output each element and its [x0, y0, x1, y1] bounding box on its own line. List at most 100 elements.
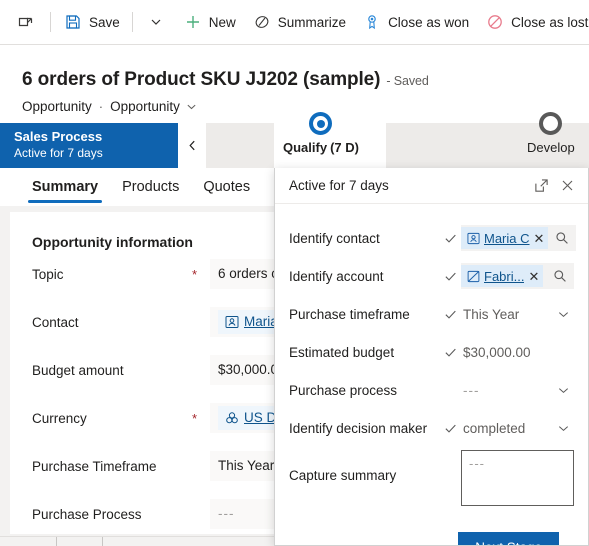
- saved-status: - Saved: [386, 74, 429, 88]
- step-value-purchase-process: ---: [463, 382, 480, 398]
- chevron-down-icon[interactable]: [552, 417, 574, 439]
- close-as-lost-button[interactable]: Close as lost: [477, 4, 589, 40]
- step-value-identify-decision-maker: completed: [463, 420, 526, 436]
- step-field-identify-account[interactable]: Fabri... ✕: [461, 263, 574, 289]
- breadcrumb: Opportunity · Opportunity: [22, 99, 197, 114]
- tab-quotes[interactable]: Quotes: [191, 168, 262, 206]
- search-icon[interactable]: [550, 227, 574, 249]
- ribbon-icon: [362, 12, 382, 32]
- prohibited-icon: [485, 12, 505, 32]
- close-as-lost-label: Close as lost: [511, 14, 589, 30]
- account-icon: [466, 269, 480, 283]
- bpf-stage-qualify-label: Qualify (7 D): [283, 140, 359, 155]
- record-title-text: 6 orders of Product SKU JJ202 (sample): [22, 69, 381, 90]
- save-label: Save: [89, 14, 120, 30]
- summarize-label: Summarize: [277, 14, 347, 30]
- step-row-identify-account: Identify account Fabri... ✕: [289, 260, 574, 292]
- step-check-icon-identify-account: [439, 270, 461, 283]
- bpf-stage-flyout: Active for 7 days Identify contact Maria…: [274, 168, 589, 546]
- step-field-identify-contact[interactable]: Maria C ✕: [461, 225, 577, 251]
- summarize-button[interactable]: Summarize: [244, 4, 354, 40]
- chevron-down-icon: [146, 12, 166, 32]
- popout-icon[interactable]: [528, 173, 554, 199]
- step-value-purchase-timeframe: This Year: [463, 306, 520, 322]
- bpf-process-name: Sales Process: [14, 129, 103, 144]
- step-label-capture-summary: Capture summary: [289, 468, 397, 483]
- open-record-set-button[interactable]: [6, 4, 46, 40]
- record-header: 6 orders of Product SKU JJ202 (sample) - …: [0, 45, 589, 123]
- step-field-purchase-timeframe[interactable]: This Year: [461, 301, 574, 327]
- breadcrumb-form[interactable]: Opportunity: [110, 99, 180, 114]
- required-indicator-budget-amount: [192, 369, 210, 371]
- clear-icon[interactable]: ✕: [528, 270, 539, 283]
- lookup-pill-identify-contact[interactable]: Maria C ✕: [461, 227, 549, 249]
- new-button[interactable]: New: [175, 4, 244, 40]
- stage-current-circle-icon: [309, 112, 333, 135]
- bpf-stage-develop[interactable]: Develop: [527, 112, 575, 168]
- dynamics-opportunity-record-page: Save New Summarize Close as won Close as…: [0, 0, 589, 546]
- lookup-text-identify-contact[interactable]: Maria C: [484, 231, 530, 246]
- stage-future-circle-icon: [539, 112, 563, 135]
- step-row-capture-summary: Capture summary ---: [289, 450, 574, 512]
- step-field-identify-decision-maker[interactable]: completed: [461, 415, 574, 441]
- command-bar: Save New Summarize Close as won Close as…: [0, 0, 589, 45]
- form-selector-chevron-down-icon[interactable]: [186, 101, 197, 112]
- field-label-currency: Currency: [32, 410, 87, 426]
- bpf-collapse-button[interactable]: [178, 123, 206, 168]
- step-field-capture-summary[interactable]: ---: [461, 450, 574, 506]
- tab-quotes-label: Quotes: [203, 178, 251, 195]
- currency-icon: [224, 410, 239, 425]
- next-stage-button[interactable]: Next Stage: [458, 532, 559, 545]
- bpf-active-stage-summary[interactable]: Sales Process Active for 7 days: [0, 123, 178, 168]
- lookup-text-identify-account[interactable]: Fabri...: [484, 269, 524, 284]
- footer-divider-2: [102, 537, 103, 546]
- required-indicator-purchase-process: [192, 513, 210, 515]
- flyout-status-text: Active for 7 days: [289, 178, 389, 193]
- step-check-icon-estimated-budget: [439, 346, 461, 359]
- clear-icon[interactable]: ✕: [534, 232, 545, 245]
- save-options-button[interactable]: [137, 4, 175, 40]
- bpf-stage-develop-label: Develop: [527, 140, 575, 155]
- flyout-actions: Next Stage: [289, 518, 574, 545]
- step-check-icon-purchase-timeframe: [439, 308, 461, 321]
- close-icon[interactable]: [554, 173, 580, 199]
- tab-products[interactable]: Products: [110, 168, 191, 206]
- step-row-estimated-budget: Estimated budget $30,000.00: [289, 336, 574, 368]
- field-label-topic: Topic: [32, 266, 64, 282]
- step-row-purchase-timeframe: Purchase timeframe This Year: [289, 298, 574, 330]
- contact-icon: [466, 231, 480, 245]
- step-row-identify-contact: Identify contact Maria C ✕: [289, 222, 577, 254]
- step-value-estimated-budget: $30,000.00: [463, 344, 531, 360]
- tab-summary[interactable]: Summary: [20, 168, 110, 206]
- summarize-icon: [252, 12, 272, 32]
- new-label: New: [208, 14, 236, 30]
- lookup-pill-identify-account[interactable]: Fabri... ✕: [461, 265, 544, 287]
- step-field-estimated-budget[interactable]: $30,000.00: [461, 339, 574, 365]
- chevron-down-icon[interactable]: [552, 379, 574, 401]
- step-label-purchase-timeframe: Purchase timeframe: [289, 306, 410, 322]
- close-as-won-button[interactable]: Close as won: [354, 4, 477, 40]
- save-button[interactable]: Save: [55, 4, 128, 40]
- chevron-down-icon[interactable]: [552, 303, 574, 325]
- breadcrumb-separator: ·: [98, 99, 104, 114]
- command-separator-2: [131, 12, 133, 32]
- chevron-left-icon: [186, 139, 199, 152]
- required-indicator-currency: *: [192, 411, 198, 426]
- step-row-identify-decision-maker: Identify decision maker completed: [289, 412, 574, 444]
- business-process-flow-bar: Sales Process Active for 7 days Qualify(…: [0, 112, 589, 168]
- page-title: 6 orders of Product SKU JJ202 (sample) - …: [22, 69, 429, 91]
- breadcrumb-entity: Opportunity: [22, 99, 92, 114]
- command-separator-1: [50, 12, 51, 32]
- open-popout-icon: [16, 12, 36, 32]
- step-field-purchase-process[interactable]: ---: [461, 377, 574, 403]
- bpf-stage-qualify[interactable]: Qualify (7 D): [283, 112, 359, 168]
- step-check-icon-identify-contact: [439, 232, 461, 245]
- flyout-steps: Identify contact Maria C ✕ Identify acco…: [275, 204, 588, 545]
- stage-days-text: (7 D): [330, 140, 359, 155]
- flyout-header: Active for 7 days: [275, 168, 588, 204]
- field-label-contact: Contact: [32, 314, 79, 330]
- field-label-budget-amount: Budget amount: [32, 362, 124, 378]
- close-as-won-label: Close as won: [388, 14, 470, 30]
- field-label-purchase-timeframe: Purchase Timeframe: [32, 458, 157, 474]
- search-icon[interactable]: [548, 265, 572, 287]
